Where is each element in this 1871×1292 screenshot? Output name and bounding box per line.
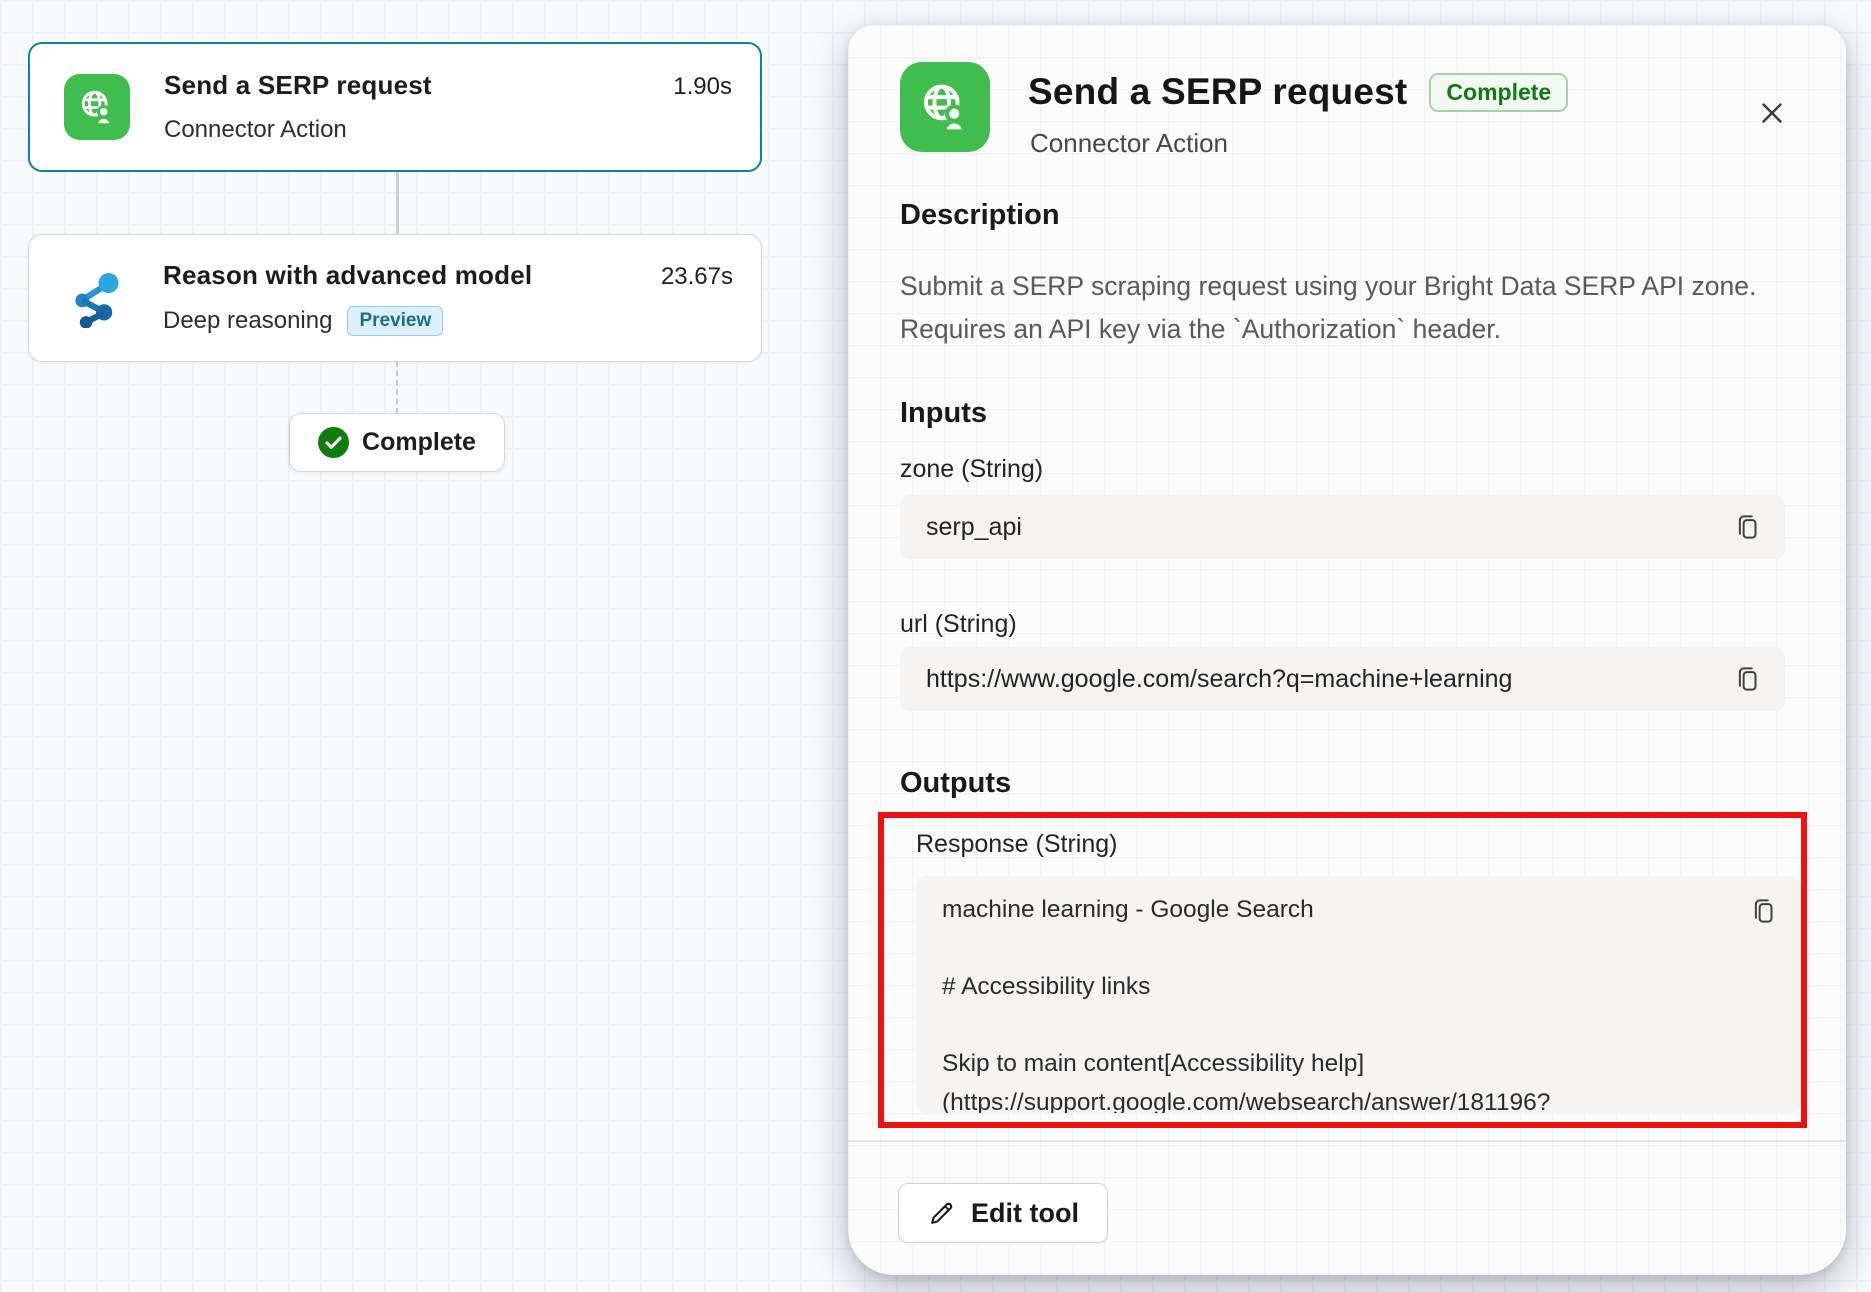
globe-person-icon bbox=[900, 62, 990, 152]
node-duration: 1.90s bbox=[673, 73, 732, 101]
complete-pill-label: Complete bbox=[362, 428, 476, 457]
input-value-url: https://www.google.com/search?q=machine+… bbox=[900, 647, 1785, 711]
copy-icon bbox=[1749, 896, 1779, 926]
input-label-zone: zone (String) bbox=[900, 455, 1043, 484]
panel-subtitle: Connector Action bbox=[1030, 128, 1228, 159]
copy-icon bbox=[1733, 512, 1763, 542]
reasoning-icon bbox=[63, 265, 129, 331]
connector-line-dashed bbox=[396, 361, 398, 414]
flow-complete-node: Complete bbox=[289, 413, 505, 472]
pencil-icon bbox=[927, 1198, 957, 1228]
globe-person-icon bbox=[64, 74, 130, 140]
url-value-text: https://www.google.com/search?q=machine+… bbox=[926, 665, 1512, 694]
node-title: Reason with advanced model bbox=[163, 260, 532, 291]
description-heading: Description bbox=[900, 199, 1060, 232]
footer-divider bbox=[848, 1140, 1846, 1142]
edit-tool-button[interactable]: Edit tool bbox=[898, 1183, 1108, 1243]
output-label-response: Response (String) bbox=[916, 830, 1117, 859]
output-value-response: machine learning - Google Search # Acces… bbox=[916, 876, 1801, 1113]
copy-button[interactable] bbox=[1733, 664, 1763, 694]
tool-details-panel: Send a SERP request Complete Connector A… bbox=[848, 25, 1846, 1275]
edit-tool-label: Edit tool bbox=[971, 1198, 1079, 1229]
connector-line bbox=[396, 172, 399, 234]
node-subtitle: Connector Action bbox=[164, 116, 347, 144]
close-icon bbox=[1755, 96, 1789, 130]
copy-button[interactable] bbox=[1749, 896, 1779, 926]
node-duration: 23.67s bbox=[661, 263, 733, 291]
node-title: Send a SERP request bbox=[164, 70, 432, 101]
flow-node-reason-advanced-model[interactable]: Reason with advanced model 23.67s Deep r… bbox=[28, 234, 762, 362]
check-circle-icon bbox=[318, 427, 349, 458]
panel-title: Send a SERP request bbox=[1028, 71, 1407, 113]
close-button[interactable] bbox=[1750, 91, 1794, 135]
inputs-heading: Inputs bbox=[900, 397, 987, 430]
zone-value-text: serp_api bbox=[926, 513, 1022, 542]
status-badge: Complete bbox=[1429, 73, 1568, 112]
description-text: Submit a SERP scraping request using you… bbox=[900, 265, 1808, 351]
outputs-heading: Outputs bbox=[900, 767, 1011, 800]
copy-button[interactable] bbox=[1733, 512, 1763, 542]
input-value-zone: serp_api bbox=[900, 495, 1785, 559]
input-label-url: url (String) bbox=[900, 610, 1017, 639]
copy-icon bbox=[1733, 664, 1763, 694]
response-value-text: machine learning - Google Search # Acces… bbox=[916, 876, 1801, 1113]
preview-badge: Preview bbox=[347, 306, 443, 336]
flow-node-send-serp-request[interactable]: Send a SERP request 1.90s Connector Acti… bbox=[28, 42, 762, 172]
node-subtitle: Deep reasoning bbox=[163, 307, 332, 335]
